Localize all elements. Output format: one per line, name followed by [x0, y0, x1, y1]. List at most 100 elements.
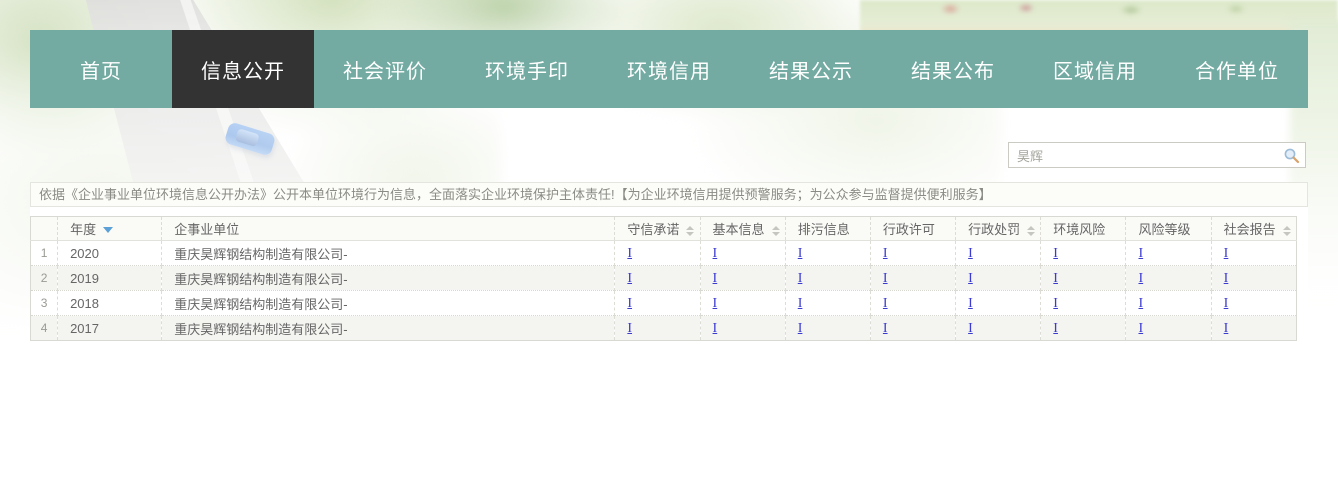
nav-tab-home[interactable]: 首页 [30, 30, 172, 108]
nav-tab-regional-credit[interactable]: 区域信用 [1024, 30, 1166, 108]
credit-promise-cell: I [615, 241, 700, 266]
column-label: 排污信息 [798, 222, 850, 237]
column-header-risk-level: 风险等级 [1126, 217, 1211, 241]
nav-tab-label: 社会评价 [343, 55, 427, 84]
row-number-header [31, 217, 58, 241]
emission-info-cell: I [785, 291, 870, 316]
column-header-social-report[interactable]: 社会报告 [1211, 217, 1296, 241]
column-header-basic-info[interactable]: 基本信息 [700, 217, 785, 241]
credit-promise-cell: I [615, 266, 700, 291]
basic-info-link[interactable]: I [713, 321, 718, 336]
nav-tab-info-disclosure[interactable]: 信息公开 [172, 30, 314, 108]
admin-permit-cell: I [870, 291, 955, 316]
emission-info-cell: I [785, 266, 870, 291]
column-header-admin-permit: 行政许可 [870, 217, 955, 241]
social-report-link[interactable]: I [1224, 321, 1229, 336]
emission-info-link[interactable]: I [798, 271, 803, 286]
admin-penalty-cell: I [956, 266, 1041, 291]
nav-tab-label: 首页 [80, 55, 122, 84]
basic-info-link[interactable]: I [713, 296, 718, 311]
credit-promise-cell: I [615, 316, 700, 341]
risk-level-cell: I [1126, 241, 1211, 266]
social-report-cell: I [1211, 241, 1296, 266]
env-risk-link[interactable]: I [1053, 321, 1058, 336]
basic-info-cell: I [700, 291, 785, 316]
column-label: 行政许可 [883, 222, 935, 237]
env-risk-link[interactable]: I [1053, 246, 1058, 261]
nav-tab-label: 信息公开 [201, 55, 285, 84]
nav-tab-label: 环境手印 [485, 55, 569, 84]
risk-level-cell: I [1126, 291, 1211, 316]
nav-tab-env-credit[interactable]: 环境信用 [598, 30, 740, 108]
env-risk-link[interactable]: I [1053, 271, 1058, 286]
risk-level-link[interactable]: I [1138, 271, 1143, 286]
sort-toggle-icon[interactable] [1283, 226, 1291, 236]
basic-info-cell: I [700, 266, 785, 291]
risk-level-link[interactable]: I [1138, 246, 1143, 261]
column-label: 行政处罚 [968, 222, 1020, 237]
emission-info-cell: I [785, 316, 870, 341]
env-risk-link[interactable]: I [1053, 296, 1058, 311]
admin-penalty-link[interactable]: I [968, 246, 973, 261]
nav-tab-result-publicity[interactable]: 结果公示 [740, 30, 882, 108]
company-cell: 重庆昊辉钢结构制造有限公司- [162, 241, 615, 266]
credit-promise-cell: I [615, 291, 700, 316]
year-cell: 2017 [58, 316, 162, 341]
table-header-row: 年度企事业单位守信承诺基本信息排污信息行政许可行政处罚环境风险风险等级社会报告 [31, 217, 1297, 241]
nav-tab-env-handprint[interactable]: 环境手印 [456, 30, 598, 108]
column-header-admin-penalty[interactable]: 行政处罚 [956, 217, 1041, 241]
basic-info-cell: I [700, 241, 785, 266]
credit-promise-link[interactable]: I [627, 246, 632, 261]
credit-promise-link[interactable]: I [627, 321, 632, 336]
column-label: 企事业单位 [174, 222, 239, 237]
admin-penalty-link[interactable]: I [968, 296, 973, 311]
sort-desc-icon[interactable] [103, 227, 113, 233]
social-report-link[interactable]: I [1224, 271, 1229, 286]
nav-tab-label: 环境信用 [627, 55, 711, 84]
nav-tab-partners[interactable]: 合作单位 [1166, 30, 1308, 108]
credit-promise-link[interactable]: I [627, 271, 632, 286]
nav-tab-social-evaluation[interactable]: 社会评价 [314, 30, 456, 108]
year-cell: 2020 [58, 241, 162, 266]
admin-permit-link[interactable]: I [883, 271, 888, 286]
table-row: 32018重庆昊辉钢结构制造有限公司-IIIIIIII [31, 291, 1297, 316]
sort-toggle-icon[interactable] [1027, 226, 1035, 236]
emission-info-link[interactable]: I [798, 296, 803, 311]
social-report-link[interactable]: I [1224, 296, 1229, 311]
social-report-link[interactable]: I [1224, 246, 1229, 261]
emission-info-link[interactable]: I [798, 321, 803, 336]
table-row: 22019重庆昊辉钢结构制造有限公司-IIIIIIII [31, 266, 1297, 291]
row-number: 1 [31, 241, 58, 266]
company-cell: 重庆昊辉钢结构制造有限公司- [162, 291, 615, 316]
admin-permit-link[interactable]: I [883, 246, 888, 261]
basic-info-link[interactable]: I [713, 246, 718, 261]
sort-toggle-icon[interactable] [686, 226, 694, 236]
row-number: 4 [31, 316, 58, 341]
admin-penalty-cell: I [956, 241, 1041, 266]
year-cell: 2018 [58, 291, 162, 316]
admin-permit-link[interactable]: I [883, 321, 888, 336]
admin-penalty-cell: I [956, 316, 1041, 341]
column-label: 守信承诺 [627, 222, 679, 237]
risk-level-link[interactable]: I [1138, 296, 1143, 311]
admin-penalty-link[interactable]: I [968, 271, 973, 286]
basic-info-link[interactable]: I [713, 271, 718, 286]
nav-tab-result-announcement[interactable]: 结果公布 [882, 30, 1024, 108]
admin-permit-link[interactable]: I [883, 296, 888, 311]
sort-toggle-icon[interactable] [772, 226, 780, 236]
risk-level-cell: I [1126, 316, 1211, 341]
emission-info-link[interactable]: I [798, 246, 803, 261]
column-header-year[interactable]: 年度 [58, 217, 162, 241]
column-header-enterprise: 企事业单位 [162, 217, 615, 241]
emission-info-cell: I [785, 241, 870, 266]
column-header-credit-promise[interactable]: 守信承诺 [615, 217, 700, 241]
admin-penalty-link[interactable]: I [968, 321, 973, 336]
search-input[interactable] [1017, 148, 1283, 163]
table-body: 12020重庆昊辉钢结构制造有限公司-IIIIIIII22019重庆昊辉钢结构制… [31, 241, 1297, 341]
nav-tab-label: 合作单位 [1195, 55, 1279, 84]
nav-tab-label: 区域信用 [1053, 55, 1137, 84]
risk-level-link[interactable]: I [1138, 321, 1143, 336]
magnifier-icon[interactable] [1283, 147, 1300, 164]
credit-promise-link[interactable]: I [627, 296, 632, 311]
table-row: 12020重庆昊辉钢结构制造有限公司- I I I I I I I I [31, 241, 1297, 266]
